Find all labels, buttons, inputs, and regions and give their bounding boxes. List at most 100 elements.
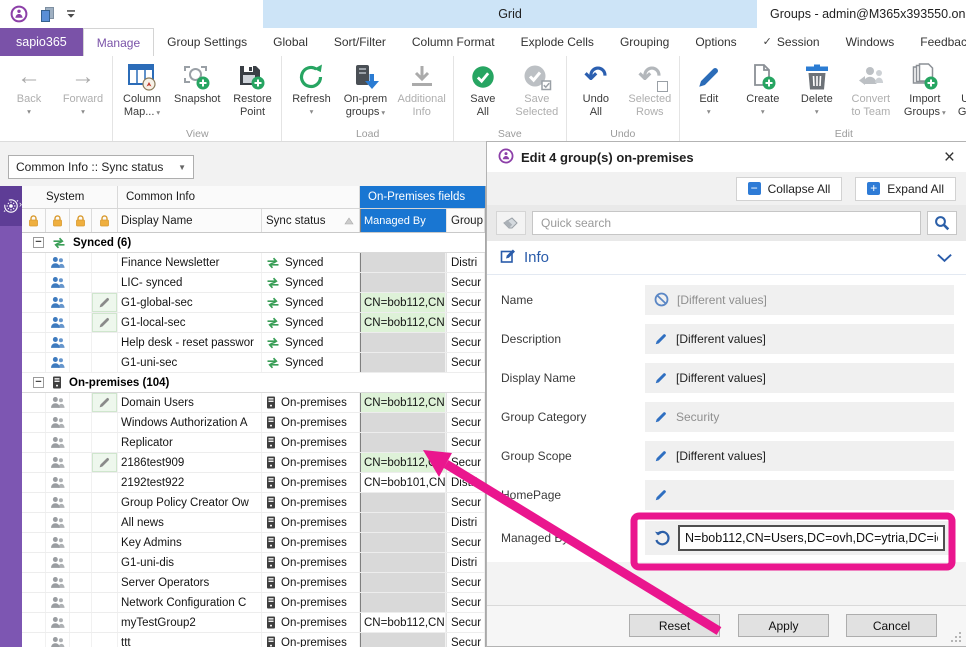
group-type-cell[interactable]: Secur	[446, 393, 485, 412]
resize-grip[interactable]	[959, 640, 961, 642]
sync-status-cell[interactable]: Synced	[262, 273, 360, 292]
table-row[interactable]: Network Configuration COn-premisesSecur	[22, 593, 485, 613]
managed-by-cell[interactable]	[360, 273, 446, 292]
sync-status-cell[interactable]: On-premises	[262, 473, 360, 492]
group-type-cell[interactable]: Secur	[446, 333, 485, 352]
group-header-row[interactable]: −Synced (6)	[22, 233, 485, 253]
managed-by-cell[interactable]: CN=bob112,CN=	[360, 393, 446, 412]
display-name-cell[interactable]: Replicator	[118, 433, 262, 452]
sync-status-cell[interactable]: On-premises	[262, 613, 360, 632]
info-section-header[interactable]: Info	[487, 241, 966, 275]
table-row[interactable]: G1-uni-secSyncedSecur	[22, 353, 485, 373]
managed-by-cell[interactable]: CN=bob112,CN=	[360, 313, 446, 332]
table-row[interactable]: G1-uni-disOn-premisesDistri	[22, 553, 485, 573]
search-button[interactable]	[927, 211, 957, 235]
column-header-sync-status[interactable]: Sync status	[262, 209, 360, 232]
managed-by-cell[interactable]	[360, 353, 446, 372]
sync-status-cell[interactable]: On-premises	[262, 593, 360, 612]
import-groups-button[interactable]: ImportGroups▾	[898, 58, 952, 128]
save-all-button[interactable]: SaveAll	[456, 58, 510, 128]
table-row[interactable]: LIC- syncedSyncedSecur	[22, 273, 485, 293]
table-row[interactable]: G1-global-secSyncedCN=bob112,CN=Secur	[22, 293, 485, 313]
tab-grouping[interactable]: Grouping	[607, 28, 682, 55]
managed-by-field[interactable]	[645, 521, 954, 555]
table-row[interactable]: myTestGroup2On-premisesCN=bob112,CN=Secu…	[22, 613, 485, 633]
sync-status-cell[interactable]: On-premises	[262, 553, 360, 572]
display-name-cell[interactable]: Windows Authorization A	[118, 413, 262, 432]
managed-by-cell[interactable]	[360, 593, 446, 612]
quick-search-input[interactable]	[532, 211, 921, 235]
tab-feedback[interactable]: Feedback	[907, 28, 966, 55]
managed-by-cell[interactable]	[360, 633, 446, 647]
table-row[interactable]: Group Policy Creator OwOn-premisesSecur	[22, 493, 485, 513]
tab-column-format[interactable]: Column Format	[399, 28, 508, 55]
display-name-cell[interactable]: ttt	[118, 633, 262, 647]
managed-by-cell[interactable]	[360, 413, 446, 432]
update-groups-button[interactable]: UpdateGroups▾	[952, 58, 966, 128]
sync-status-cell[interactable]: On-premises	[262, 513, 360, 532]
edit-button[interactable]: Edit▾	[682, 58, 736, 128]
managed-by-cell[interactable]: CN=bob112,CN=	[360, 293, 446, 312]
column-map-button[interactable]: ColumnMap...▾	[115, 58, 169, 128]
close-icon[interactable]: ×	[944, 148, 955, 167]
group-type-cell[interactable]: Secur	[446, 413, 485, 432]
on-prem-groups-button[interactable]: On-premgroups▾	[338, 58, 392, 128]
band-header-system[interactable]: System	[22, 186, 118, 208]
homepage-field[interactable]	[645, 480, 954, 510]
sync-status-cell[interactable]: On-premises	[262, 633, 360, 647]
delete-button[interactable]: Delete▾	[790, 58, 844, 128]
managed-by-cell[interactable]	[360, 493, 446, 512]
display-name-cell[interactable]: Finance Newsletter	[118, 253, 262, 272]
group-type-cell[interactable]: Secur	[446, 293, 485, 312]
automation-gear-button[interactable]: ›	[0, 186, 22, 226]
display-name-field[interactable]: [Different values]	[645, 363, 954, 393]
group-type-cell[interactable]: Secur	[446, 633, 485, 647]
display-name-cell[interactable]: All news	[118, 513, 262, 532]
sync-status-cell[interactable]: On-premises	[262, 533, 360, 552]
group-type-cell[interactable]: Secur	[446, 613, 485, 632]
tab-sapio365[interactable]: sapio365	[0, 28, 83, 56]
managed-by-cell[interactable]	[360, 553, 446, 572]
display-name-cell[interactable]: G1-global-sec	[118, 293, 262, 312]
table-row[interactable]: ReplicatorOn-premisesSecur	[22, 433, 485, 453]
chevron-down-icon[interactable]	[936, 253, 953, 263]
sync-status-cell[interactable]: On-premises	[262, 453, 360, 472]
reset-button[interactable]: Reset	[629, 614, 720, 637]
undo-all-button[interactable]: ↶UndoAll	[569, 58, 623, 128]
group-type-cell[interactable]: Secur	[446, 533, 485, 552]
group-type-cell[interactable]: Secur	[446, 353, 485, 372]
column-header-managed-by[interactable]: Managed By	[360, 209, 446, 232]
table-row[interactable]: Server OperatorsOn-premisesSecur	[22, 573, 485, 593]
managed-by-cell[interactable]	[360, 533, 446, 552]
name-field[interactable]: [Different values]	[645, 285, 954, 315]
display-name-cell[interactable]: 2186test909	[118, 453, 262, 472]
table-row[interactable]: 2192test922On-premisesCN=bob101,CN=Distr…	[22, 473, 485, 493]
group-type-cell[interactable]: Secur	[446, 573, 485, 592]
group-header-row[interactable]: −On-premises (104)	[22, 373, 485, 393]
tab-group-settings[interactable]: Group Settings	[154, 28, 260, 55]
group-type-cell[interactable]: Secur	[446, 453, 485, 472]
group-type-cell[interactable]: Secur	[446, 273, 485, 292]
display-name-cell[interactable]: G1-uni-dis	[118, 553, 262, 572]
managed-by-cell[interactable]	[360, 513, 446, 532]
display-name-cell[interactable]: Server Operators	[118, 573, 262, 592]
display-name-cell[interactable]: Group Policy Creator Ow	[118, 493, 262, 512]
table-row[interactable]: Windows Authorization AOn-premisesSecur	[22, 413, 485, 433]
table-row[interactable]: G1-local-secSyncedCN=bob112,CN=Secur	[22, 313, 485, 333]
managed-by-cell[interactable]	[360, 333, 446, 352]
sync-status-cell[interactable]: Synced	[262, 313, 360, 332]
restore-point-button[interactable]: RestorePoint	[225, 58, 279, 128]
tab-session[interactable]: ✓Session	[750, 28, 833, 55]
table-row[interactable]: 2186test909On-premisesCN=bob112,CN=Secur	[22, 453, 485, 473]
managed-by-cell[interactable]	[360, 573, 446, 592]
refresh-button[interactable]: Refresh▾	[284, 58, 338, 128]
sync-status-cell[interactable]: On-premises	[262, 433, 360, 452]
column-header-display-name[interactable]: Display Name	[118, 209, 262, 232]
table-row[interactable]: Help desk - reset passworSyncedSecur	[22, 333, 485, 353]
display-name-cell[interactable]: Domain Users	[118, 393, 262, 412]
band-header-onpremises-fields[interactable]: On-Premises fields	[360, 186, 485, 208]
clear-search-button[interactable]	[496, 211, 526, 235]
display-name-cell[interactable]: Network Configuration C	[118, 593, 262, 612]
table-row[interactable]: Domain UsersOn-premisesCN=bob112,CN=Secu…	[22, 393, 485, 413]
managed-by-input[interactable]	[678, 525, 945, 551]
